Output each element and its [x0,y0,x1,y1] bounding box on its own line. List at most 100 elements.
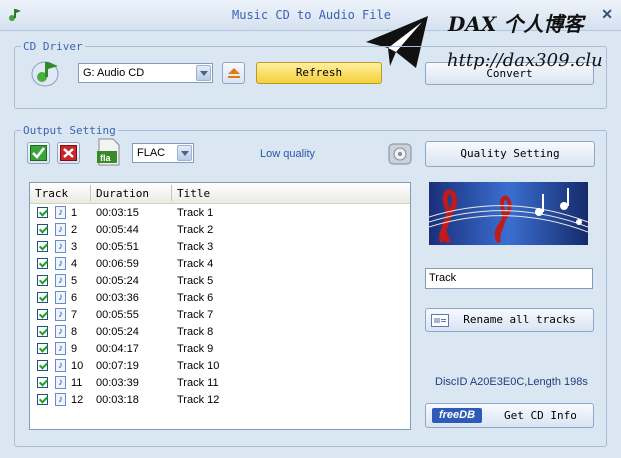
music-note-icon: ♪ [55,257,66,270]
track-duration: 00:03:18 [96,394,139,406]
track-checkbox[interactable] [37,275,48,286]
track-title[interactable]: Track 9 [177,343,213,355]
flac-file-icon: fla [95,137,123,167]
track-checkbox[interactable] [37,326,48,337]
quality-setting-button[interactable]: Quality Setting [425,141,595,167]
track-checkbox[interactable] [37,207,48,218]
flac-icon-text: fla [100,153,111,163]
get-cd-info-label: Get CD Info [504,409,577,422]
track-number: 1 [71,207,78,219]
track-duration: 00:03:39 [96,377,139,389]
music-note-icon: ♪ [55,376,66,389]
track-checkbox[interactable] [37,258,48,269]
track-name-input-value: Track [429,272,457,284]
table-row[interactable]: ♪ 12 00:03:18 Track 12 [30,392,410,409]
format-select-value: FLAC [137,147,166,159]
track-list-header: Track Duration Title [30,183,410,204]
track-checkbox[interactable] [37,309,48,320]
uncheck-all-button[interactable] [57,142,80,164]
check-all-button[interactable] [27,142,50,164]
track-duration: 00:05:24 [96,326,139,338]
freedb-logo: freeDB [432,408,482,423]
track-title[interactable]: Track 12 [177,394,219,406]
track-title[interactable]: Track 5 [177,275,213,287]
track-duration: 00:05:51 [96,241,139,253]
track-title[interactable]: Track 2 [177,224,213,236]
close-icon[interactable]: ✕ [601,6,613,23]
track-number: 12 [71,394,84,406]
track-number: 8 [71,326,78,338]
track-title[interactable]: Track 3 [177,241,213,253]
checkmark-icon [30,145,47,161]
track-duration: 00:04:17 [96,343,139,355]
track-name-input[interactable]: Track [425,268,593,289]
track-duration: 00:05:44 [96,224,139,236]
track-title[interactable]: Track 10 [177,360,219,372]
table-row[interactable]: ♪ 9 00:04:17 Track 9 [30,341,410,358]
track-number: 6 [71,292,78,304]
track-checkbox[interactable] [37,377,48,388]
column-header-title[interactable]: Title [177,187,210,200]
table-row[interactable]: ♪ 1 00:03:15 Track 1 [30,205,410,222]
quality-text: Low quality [260,148,316,160]
music-note-icon: ♪ [55,223,66,236]
track-checkbox[interactable] [37,343,48,354]
column-header-duration[interactable]: Duration [96,187,149,200]
audio-settings-icon [388,143,412,165]
column-divider [171,185,172,201]
music-notes-image [429,182,588,245]
track-duration: 00:03:15 [96,207,139,219]
output-setting-legend: Output Setting [23,124,116,137]
table-row[interactable]: ♪ 5 00:05:24 Track 5 [30,273,410,290]
chevron-down-icon[interactable] [196,65,211,81]
track-checkbox[interactable] [37,241,48,252]
track-title[interactable]: Track 1 [177,207,213,219]
cross-icon [60,145,77,161]
rename-all-label: Rename all tracks [463,313,576,326]
music-app-icon [9,9,21,21]
table-row[interactable]: ♪ 8 00:05:24 Track 8 [30,324,410,341]
disc-info-text: DiscID A20E3E0C,Length 198s [435,376,588,388]
table-row[interactable]: ♪ 6 00:03:36 Track 6 [30,290,410,307]
chevron-down-icon[interactable] [177,145,192,161]
track-number: 11 [71,377,83,389]
eject-button[interactable] [222,62,245,84]
track-checkbox[interactable] [37,292,48,303]
music-note-icon: ♪ [55,274,66,287]
rename-icon [431,314,449,327]
table-row[interactable]: ♪ 4 00:06:59 Track 4 [30,256,410,273]
format-select[interactable]: FLAC [132,143,194,163]
track-checkbox[interactable] [37,224,48,235]
track-list[interactable]: Track Duration Title ♪ 1 00:03:15 Track 1 ♪ 2… [29,182,411,430]
get-cd-info-button[interactable]: freeDB Get CD Info [425,403,594,428]
track-number: 2 [71,224,78,236]
track-title[interactable]: Track 6 [177,292,213,304]
rename-all-button[interactable]: Rename all tracks [425,308,594,332]
track-number: 7 [71,309,78,321]
table-row[interactable]: ♪ 11 00:03:39 Track 11 [30,375,410,392]
drive-select[interactable]: G: Audio CD [78,63,213,83]
track-number: 5 [71,275,78,287]
table-row[interactable]: ♪ 10 00:07:19 Track 10 [30,358,410,375]
track-duration: 00:03:36 [96,292,139,304]
track-title[interactable]: Track 8 [177,326,213,338]
track-number: 4 [71,258,78,270]
track-checkbox[interactable] [37,360,48,371]
column-header-track[interactable]: Track [35,187,68,200]
eject-icon [228,68,240,78]
track-duration: 00:05:24 [96,275,139,287]
track-title[interactable]: Track 4 [177,258,213,270]
music-note-icon: ♪ [55,206,66,219]
cd-music-icon [31,61,59,87]
music-note-icon: ♪ [55,393,66,406]
track-title[interactable]: Track 11 [177,377,219,389]
table-row[interactable]: ♪ 3 00:05:51 Track 3 [30,239,410,256]
refresh-button[interactable]: Refresh [256,62,382,84]
music-note-icon: ♪ [55,308,66,321]
track-checkbox[interactable] [37,394,48,405]
track-duration: 00:05:55 [96,309,139,321]
table-row[interactable]: ♪ 7 00:05:55 Track 7 [30,307,410,324]
track-duration: 00:06:59 [96,258,139,270]
track-title[interactable]: Track 7 [177,309,213,321]
table-row[interactable]: ♪ 2 00:05:44 Track 2 [30,222,410,239]
